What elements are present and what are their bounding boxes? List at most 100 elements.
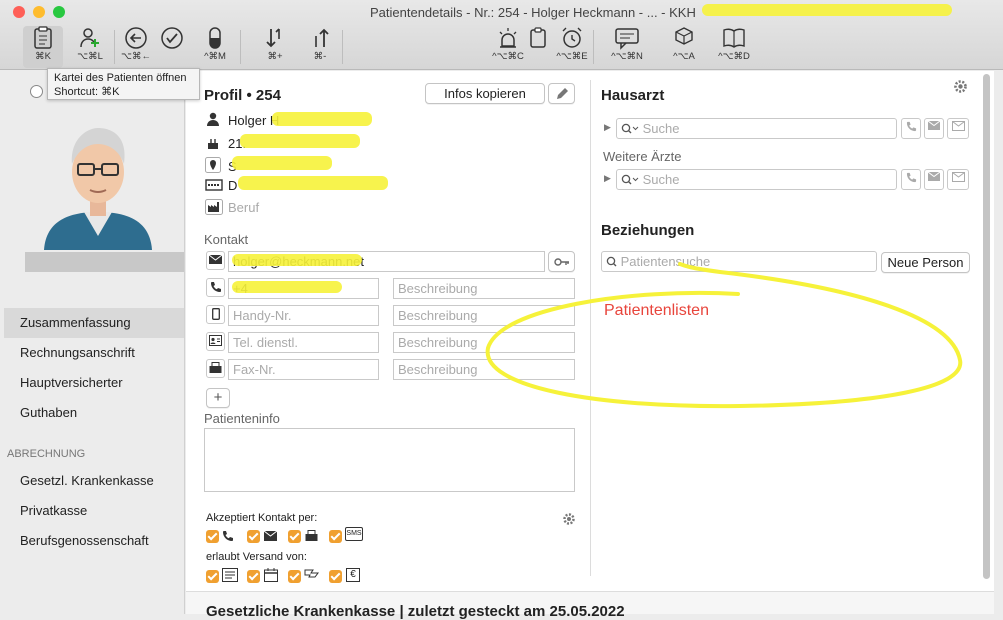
sidebar-item-guthaben[interactable]: Guthaben xyxy=(4,398,184,428)
phone-icon xyxy=(906,172,916,183)
select-radio[interactable] xyxy=(30,85,43,98)
email-doctor-button[interactable] xyxy=(924,118,944,139)
sidebar-item-zusammenfassung[interactable]: Zusammenfassung xyxy=(4,308,184,338)
clipboard-icon xyxy=(34,26,52,49)
back-arrow-icon xyxy=(125,27,147,49)
secure-mail-other-doctor-button[interactable] xyxy=(947,169,969,190)
dispatch-billing-checkbox[interactable] xyxy=(329,570,342,583)
expand-disclosure-icon[interactable]: ▶ xyxy=(604,173,611,184)
gear-icon[interactable] xyxy=(562,512,576,526)
patient-info-textarea[interactable] xyxy=(204,428,575,492)
mobile-field[interactable]: Handy-Nr. xyxy=(228,305,379,326)
phone-icon xyxy=(210,282,221,292)
documentation-button[interactable]: ^⌥⌘D xyxy=(714,26,754,68)
accepted-contact-label: Akzeptiert Kontakt per: xyxy=(206,512,318,524)
dispatch-invoice-checkbox[interactable] xyxy=(206,570,219,583)
sort-down-button[interactable]: ⌘+ xyxy=(255,26,295,68)
work-phone-type-icon xyxy=(206,332,225,351)
redaction-mark xyxy=(232,281,342,293)
sidebar-item-gesetzl-krankenkasse[interactable]: Gesetzl. Krankenkasse xyxy=(4,466,184,496)
call-other-doctor-button[interactable] xyxy=(901,169,921,190)
redaction-mark xyxy=(232,156,332,170)
fax-icon xyxy=(305,530,318,541)
redaction-mark xyxy=(232,254,362,266)
accept-sms-checkbox[interactable] xyxy=(329,530,342,543)
calendar-icon xyxy=(264,568,278,582)
annotation-ellipse xyxy=(485,262,963,409)
sort-up-button[interactable]: ⌘- xyxy=(300,26,340,68)
family-doctor-title: Hausarzt xyxy=(601,87,665,104)
medication-button[interactable]: ^⌘M xyxy=(195,26,235,68)
back-button[interactable]: ⌥⌘← xyxy=(116,26,156,68)
envelope-icon xyxy=(928,121,940,130)
sort-down-icon xyxy=(266,28,280,48)
modules-button[interactable]: ^⌥A xyxy=(664,26,704,68)
scrollbar-thumb[interactable] xyxy=(983,74,990,579)
recall-icon xyxy=(304,569,319,578)
fax-type-icon xyxy=(206,359,225,378)
maximize-window-button[interactable] xyxy=(53,6,65,18)
mail-outline-icon xyxy=(951,121,965,131)
profile-title: Profil • 254 xyxy=(204,87,281,104)
work-phone-field[interactable]: Tel. dienstl. xyxy=(228,332,379,353)
location-pin-icon xyxy=(205,157,221,173)
envelope-icon xyxy=(209,254,222,264)
dispatch-recall-checkbox[interactable] xyxy=(288,570,301,583)
other-doctors-label: Weitere Ärzte xyxy=(603,149,682,164)
check-button[interactable] xyxy=(152,26,192,68)
message-button[interactable]: ^⌥⌘N xyxy=(607,26,647,68)
envelope-icon xyxy=(928,172,940,181)
window-toolbar: Patientendetails - Nr.: 254 - Holger Hec… xyxy=(0,0,1003,70)
minimize-window-button[interactable] xyxy=(33,6,45,18)
fax-field[interactable]: Fax-Nr. xyxy=(228,359,379,380)
patient-info-label: Patienteninfo xyxy=(204,411,280,426)
dispatch-appointment-checkbox[interactable] xyxy=(247,570,260,583)
search-icon xyxy=(621,123,639,134)
checkmark-circle-icon xyxy=(161,27,183,49)
envelope-icon xyxy=(264,531,277,541)
close-window-button[interactable] xyxy=(13,6,25,18)
search-icon xyxy=(621,174,639,185)
sort-up-icon xyxy=(315,28,329,47)
phone-icon xyxy=(906,121,916,132)
book-icon xyxy=(723,28,745,48)
redaction-mark xyxy=(240,134,360,148)
copy-info-button[interactable]: Infos kopieren xyxy=(425,83,545,104)
accept-fax-checkbox[interactable] xyxy=(288,530,301,543)
expand-disclosure-icon[interactable]: ▶ xyxy=(604,122,611,133)
accept-email-checkbox[interactable] xyxy=(247,530,260,543)
sidebar-item-rechnungsanschrift[interactable]: Rechnungsanschrift xyxy=(4,338,184,368)
occupation-field[interactable]: Beruf xyxy=(228,200,259,215)
toolbar-separator xyxy=(114,30,115,64)
alarm-light-icon xyxy=(499,28,517,48)
email-other-doctor-button[interactable] xyxy=(924,169,944,190)
settings-gear-icon[interactable] xyxy=(953,79,968,94)
redaction-mark xyxy=(272,112,372,126)
call-doctor-button[interactable] xyxy=(901,118,921,139)
factory-icon xyxy=(205,199,223,215)
accept-phone-checkbox[interactable] xyxy=(206,530,219,543)
sidebar-section-heading: ABRECHNUNG xyxy=(7,448,86,460)
edit-profile-button[interactable] xyxy=(548,83,575,104)
sidebar-item-hauptversicherter[interactable]: Hauptversicherter xyxy=(4,368,184,398)
relationships-title: Beziehungen xyxy=(601,222,695,239)
open-chart-button[interactable]: ⌘K xyxy=(23,26,63,68)
toolbar-separator xyxy=(593,30,594,64)
pencil-icon xyxy=(556,88,568,99)
birthday-cake-icon xyxy=(208,139,218,149)
sidebar-item-berufsgenossenschaft[interactable]: Berufsgenossenschaft xyxy=(4,526,184,556)
secure-mail-doctor-button[interactable] xyxy=(947,118,969,139)
add-contact-button[interactable]: + xyxy=(206,388,230,408)
patient-city: D xyxy=(228,178,238,193)
reminder-button[interactable]: ^⌥⌘E xyxy=(552,26,592,68)
patient-avatar xyxy=(44,128,152,250)
redaction-mark xyxy=(702,4,952,16)
toolbar-separator xyxy=(240,30,241,64)
other-doctors-search-input[interactable]: Suche xyxy=(616,169,897,190)
add-person-button[interactable]: ⌥⌘L xyxy=(70,26,110,68)
sidebar-item-privatkasse[interactable]: Privatkasse xyxy=(4,496,184,526)
insurance-header: Gesetzliche Krankenkasse | zuletzt geste… xyxy=(206,603,625,620)
family-doctor-search-input[interactable]: Suche xyxy=(616,118,897,139)
toolbar-separator xyxy=(342,30,343,64)
clipboard-edit-icon xyxy=(530,27,546,48)
